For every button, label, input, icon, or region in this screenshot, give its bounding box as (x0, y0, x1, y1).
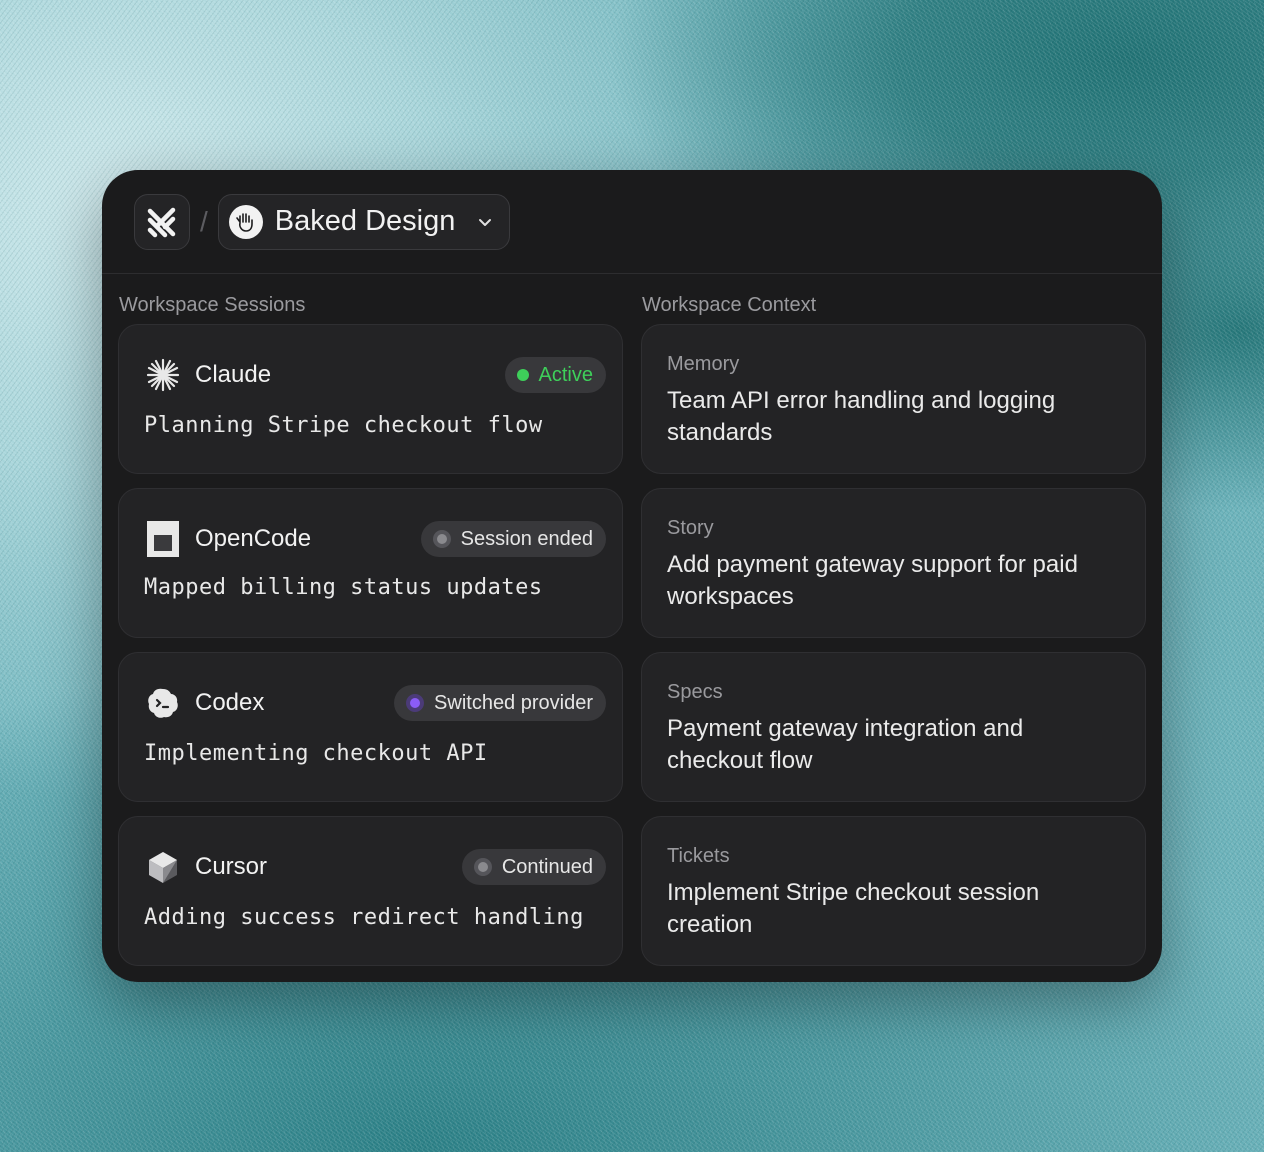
context-card-story[interactable]: Story Add payment gateway support for pa… (641, 488, 1146, 638)
claude-icon (145, 357, 181, 393)
session-card-opencode[interactable]: OpenCode Session ended Mapped billing st… (118, 488, 623, 638)
session-card-claude[interactable]: Claude Active Planning Stripe checkout f… (118, 324, 623, 474)
status-badge: Active (504, 357, 606, 393)
workspace-name: Baked Design (274, 205, 456, 237)
agent-name: Cursor (195, 853, 268, 880)
workspace-switcher[interactable]: Baked Design (217, 193, 511, 250)
agent-name: Claude (195, 361, 272, 388)
session-task: Mapped billing status updates (144, 575, 543, 600)
workspace-card: / Baked Design Workspace Sessions Claude… (102, 170, 1162, 982)
status-dot (473, 858, 492, 876)
agent-name: OpenCode (195, 525, 312, 552)
agent-name: Codex (195, 689, 265, 716)
context-label: Memory (667, 353, 740, 375)
status-label: Switched provider (434, 691, 593, 714)
app-logo-icon (147, 207, 176, 237)
context-card-memory[interactable]: Memory Team API error handling and loggi… (641, 324, 1146, 474)
hand-icon (235, 212, 253, 232)
status-badge: Switched provider (394, 685, 606, 721)
session-task: Adding success redirect handling (144, 905, 584, 930)
chevron-down-icon (479, 218, 492, 226)
context-label: Story (667, 517, 714, 539)
context-card-specs[interactable]: Specs Payment gateway integration and ch… (641, 652, 1146, 802)
context-label: Tickets (667, 845, 730, 867)
session-card-cursor[interactable]: Cursor Continued Adding success redirect… (118, 816, 623, 966)
status-label: Active (538, 363, 593, 386)
context-text: Payment gateway integration and checkout… (667, 715, 1024, 774)
context-text: Team API error handling and logging stan… (667, 387, 1056, 446)
workspace-avatar (228, 204, 263, 239)
context-label: Specs (667, 681, 723, 703)
status-label: Continued (501, 855, 593, 878)
workspace-sessions-column: Workspace Sessions Claude Active Plannin… (118, 274, 623, 980)
app-logo-button[interactable] (134, 193, 190, 250)
status-badge: Continued (461, 849, 606, 885)
status-dot (406, 694, 425, 712)
breadcrumb-separator: / (200, 205, 208, 237)
codex-icon (145, 685, 181, 721)
status-label: Session ended (460, 527, 593, 550)
session-card-codex[interactable]: Codex Switched provider Implementing che… (118, 652, 623, 802)
context-text: Add payment gateway support for paid wor… (667, 551, 1078, 610)
context-text: Implement Stripe checkout session creati… (667, 879, 1040, 938)
status-dot (432, 530, 451, 548)
cursor-icon (145, 849, 181, 885)
context-title: Workspace Context (642, 294, 817, 316)
workspace-header: / Baked Design (102, 170, 1162, 274)
opencode-icon (145, 521, 181, 557)
status-dot (516, 369, 529, 381)
session-task: Implementing checkout API (144, 741, 488, 766)
status-badge: Session ended (420, 521, 606, 557)
session-task: Planning Stripe checkout flow (144, 413, 543, 438)
context-card-tickets[interactable]: Tickets Implement Stripe checkout sessio… (641, 816, 1146, 966)
sessions-title: Workspace Sessions (119, 294, 306, 316)
workspace-context-column: Workspace Context Memory Team API error … (641, 274, 1146, 980)
